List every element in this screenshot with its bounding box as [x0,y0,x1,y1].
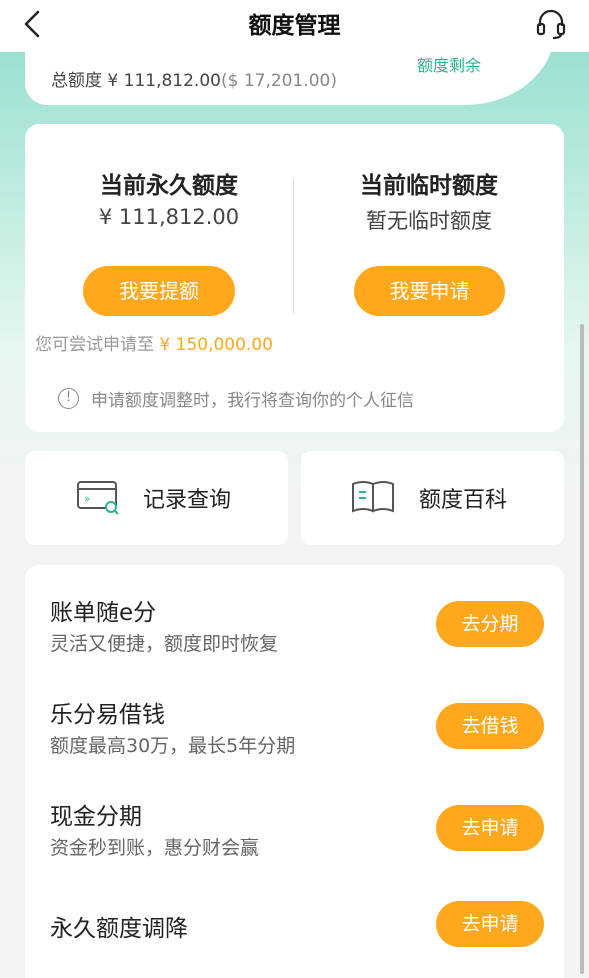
list-item: 账单随e分 灵活又便捷，额度即时恢复 去分期 [25,585,564,685]
info-icon: ! [58,388,79,409]
scrollbar[interactable] [580,324,584,974]
record-query-label: 记录查询 [143,488,232,513]
installment-button[interactable]: 去分期 [436,601,544,647]
quota-wiki-label: 额度百科 [419,488,508,513]
list-item-title: 乐分易借钱 [50,702,165,728]
headset-icon[interactable] [533,6,569,42]
list-item-subtitle: 资金秒到账，惠分财会赢 [50,837,260,859]
permanent-quota-value: ¥ 111,812.00 [98,205,240,229]
record-query-button[interactable]: » 记录查询 [25,451,288,545]
raise-quota-button[interactable]: 我要提额 [83,266,235,316]
list-item: 永久额度调降 去申请 [25,891,564,971]
total-usd: ($ 17,201.00) [220,71,337,91]
apply-cash-button[interactable]: 去申请 [436,805,544,851]
divider [293,180,294,314]
temporary-quota-value: 暂无临时额度 [366,209,492,233]
list-item: 乐分易借钱 额度最高30万，最长5年分期 去借钱 [25,687,564,787]
service-list: 账单随e分 灵活又便捷，额度即时恢复 去分期 乐分易借钱 额度最高30万，最长5… [25,565,564,978]
list-item-subtitle: 灵活又便捷，额度即时恢复 [50,633,279,655]
navigation-bar: 额度管理 [0,0,589,52]
temporary-quota-title: 当前临时额度 [360,173,498,199]
svg-text:»: » [84,494,90,505]
quota-wiki-button[interactable]: 额度百科 [301,451,564,545]
list-item-title: 账单随e分 [50,600,157,626]
apply-hint: 您可尝试申请至 ¥ 150,000.00 [35,335,273,355]
hint-amount: ¥ 150,000.00 [159,335,273,355]
record-search-icon: » [75,477,121,519]
total-quota-text: 总额度 ¥ 111,812.00($ 17,201.00) [51,71,337,91]
credit-notice-text: 申请额度调整时，我行将查询你的个人征信 [91,391,414,411]
book-icon [349,477,397,519]
list-item-title: 现金分期 [50,804,142,830]
apply-decrease-button[interactable]: 去申请 [436,901,544,947]
borrow-button[interactable]: 去借钱 [436,703,544,749]
credit-notice: ! 申请额度调整时，我行将查询你的个人征信 [58,386,414,411]
list-item-subtitle: 额度最高30万，最长5年分期 [50,735,296,757]
remaining-quota-label: 额度剩余 [417,56,482,75]
list-item: 现金分期 资金秒到账，惠分财会赢 去申请 [25,789,564,889]
list-item-title: 永久额度调降 [50,916,188,942]
page-title: 额度管理 [248,13,341,39]
permanent-quota-title: 当前永久额度 [100,173,238,199]
quota-card: 当前永久额度 ¥ 111,812.00 我要提额 当前临时额度 暂无临时额度 我… [25,124,564,432]
apply-temporary-button[interactable]: 我要申请 [354,266,505,316]
